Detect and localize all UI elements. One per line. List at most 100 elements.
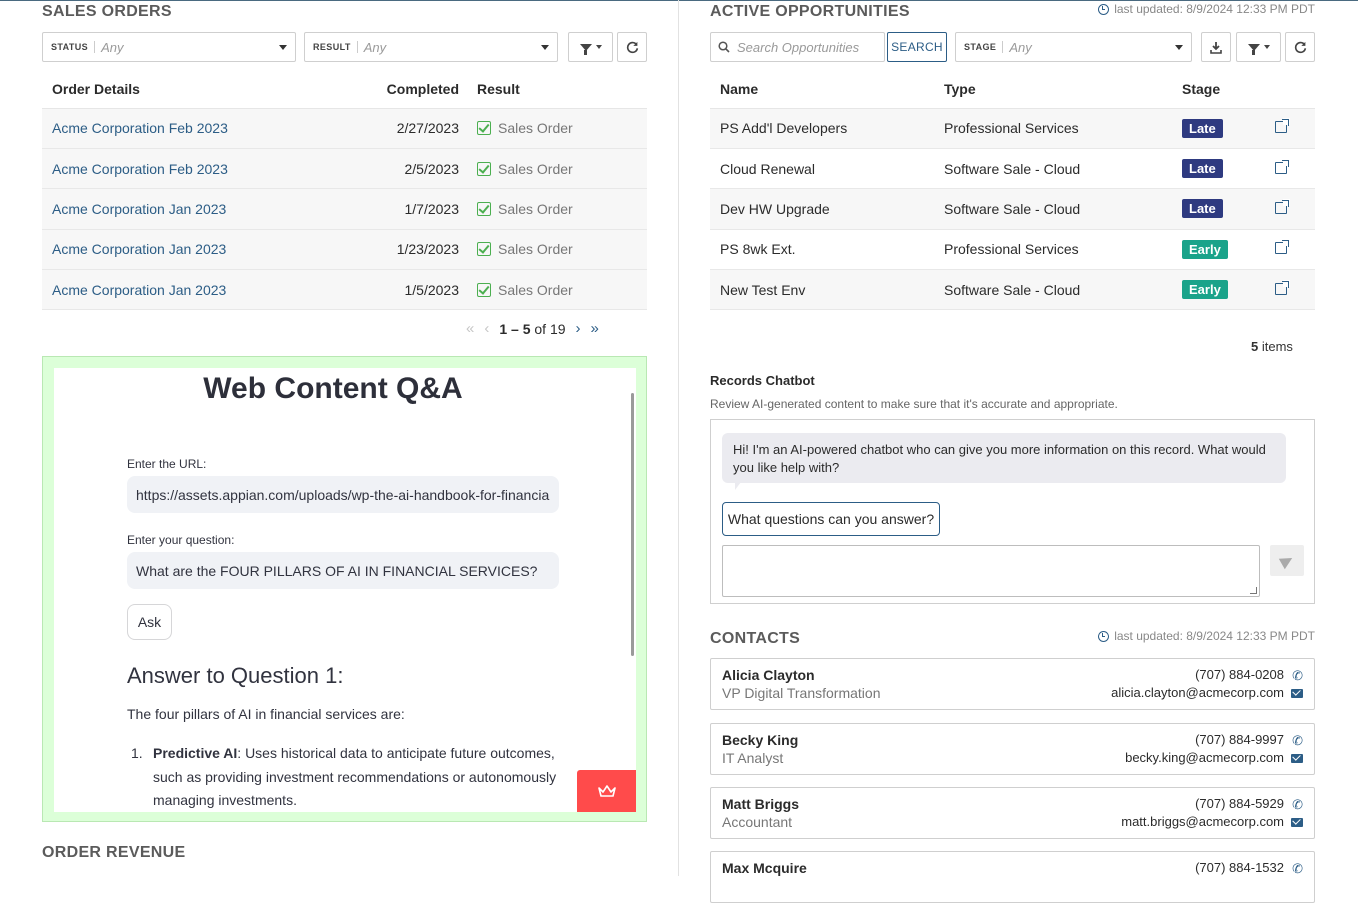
- contact-email[interactable]: matt.briggs@acmecorp.com: [1121, 814, 1284, 829]
- search-placeholder: Search Opportunities: [737, 39, 860, 55]
- opportunities-filter-button[interactable]: [1236, 32, 1281, 62]
- previous-page-icon[interactable]: ‹: [484, 320, 489, 337]
- column-header: Completed: [372, 70, 477, 109]
- opportunity-type: Software Sale - Cloud: [944, 269, 1182, 311]
- active-opportunities-title: ACTIVE OPPORTUNITIES: [710, 3, 910, 20]
- chatbot-title: Records Chatbot: [710, 373, 815, 388]
- result-filter-value: Any: [363, 39, 387, 55]
- chevron-down-icon: [1263, 45, 1270, 49]
- status-filter-value: Any: [101, 39, 124, 55]
- order-link[interactable]: Acme Corporation Feb 2023: [52, 120, 228, 136]
- checkbox-check-icon: [477, 201, 491, 216]
- url-label: Enter the URL:: [127, 457, 207, 471]
- message-tail: [735, 482, 747, 490]
- checkbox-check-icon: [477, 282, 491, 297]
- checkbox-check-icon: [477, 161, 491, 176]
- pagination: « ‹ 1 – 5 of 19 › »: [466, 320, 599, 337]
- column-header: Name: [710, 70, 944, 109]
- next-page-icon[interactable]: ›: [576, 320, 581, 337]
- email-icon: [1291, 818, 1303, 827]
- contact-phone[interactable]: (707) 884-9997: [1195, 732, 1284, 747]
- refresh-button[interactable]: [617, 32, 647, 62]
- opportunities-last-updated: last updated: 8/9/2024 12:33 PM PDT: [1098, 2, 1315, 16]
- contact-phone[interactable]: (707) 884-1532: [1195, 860, 1284, 875]
- chat-message-input[interactable]: [722, 545, 1260, 597]
- contact-phone[interactable]: (707) 884-0208: [1195, 667, 1284, 682]
- items-count-value: 5: [1251, 339, 1259, 354]
- ask-button[interactable]: Ask: [127, 604, 172, 640]
- chevron-down-icon: [279, 44, 287, 50]
- table-row: Acme Corporation Feb 2023 2/5/2023 Sales…: [42, 148, 647, 190]
- status-filter[interactable]: STATUS Any: [42, 32, 296, 62]
- stage-badge: Late: [1182, 199, 1223, 219]
- external-link-icon[interactable]: [1275, 158, 1290, 174]
- opportunity-name: PS Add'l Developers: [710, 108, 944, 149]
- external-link-icon[interactable]: [1275, 239, 1290, 255]
- contact-card[interactable]: Max Mcquire (707) 884-1532 ✆: [710, 851, 1315, 903]
- sales-orders-title: SALES ORDERS: [42, 3, 172, 20]
- opportunity-name: PS 8wk Ext.: [710, 229, 944, 271]
- resize-handle-icon[interactable]: [1250, 587, 1257, 594]
- opportunities-table: Name Type Stage PS Add'l Developers Prof…: [710, 70, 1315, 311]
- send-button[interactable]: [1270, 545, 1304, 576]
- contact-card[interactable]: Alicia Clayton VP Digital Transformation…: [710, 658, 1315, 710]
- column-header: Order Details: [42, 70, 372, 109]
- url-input[interactable]: https://assets.appian.com/uploads/wp-the…: [127, 476, 559, 513]
- contact-role: VP Digital Transformation: [722, 685, 881, 701]
- page-range-label: 1 – 5 of 19: [499, 321, 565, 337]
- order-link[interactable]: Acme Corporation Jan 2023: [52, 241, 226, 257]
- table-row: PS Add'l Developers Professional Service…: [710, 108, 1315, 149]
- sales-orders-table: Order Details Completed Result Acme Corp…: [42, 70, 647, 311]
- contact-card[interactable]: Becky King IT Analyst (707) 884-9997 ✆ b…: [710, 723, 1315, 775]
- table-row: Acme Corporation Jan 2023 1/5/2023 Sales…: [42, 269, 647, 311]
- phone-icon: ✆: [1292, 668, 1303, 683]
- result-filter[interactable]: RESULT Any: [304, 32, 558, 62]
- table-header-row: Name Type Stage: [710, 70, 1315, 109]
- completed-date: 2/27/2023: [372, 108, 477, 149]
- contact-name: Matt Briggs: [722, 796, 799, 812]
- table-row: Acme Corporation Jan 2023 1/7/2023 Sales…: [42, 188, 647, 230]
- chevron-down-icon: [541, 44, 549, 50]
- opportunities-refresh-button[interactable]: [1285, 32, 1315, 62]
- last-page-icon[interactable]: »: [591, 320, 599, 337]
- table-row: Cloud Renewal Software Sale - Cloud Late: [710, 148, 1315, 190]
- stage-filter[interactable]: STAGE Any: [955, 32, 1192, 62]
- list-number: 1.: [131, 745, 143, 761]
- page-range: 1 – 5: [499, 320, 531, 337]
- order-link[interactable]: Acme Corporation Jan 2023: [52, 282, 226, 298]
- items-count-label: items: [1261, 339, 1293, 354]
- phone-icon: ✆: [1292, 861, 1303, 876]
- app-menu-button[interactable]: [577, 770, 636, 812]
- stage-filter-value: Any: [1009, 39, 1032, 55]
- opportunity-type: Software Sale - Cloud: [944, 148, 1182, 190]
- suggested-question-button[interactable]: What questions can you answer?: [722, 502, 940, 536]
- contact-phone[interactable]: (707) 884-5929: [1195, 796, 1284, 811]
- contact-email[interactable]: becky.king@acmecorp.com: [1125, 750, 1284, 765]
- download-button[interactable]: [1201, 32, 1231, 62]
- last-updated-text: last updated: 8/9/2024 12:33 PM PDT: [1114, 629, 1315, 643]
- answer-list-item: 1. Predictive AI: Uses historical data t…: [131, 742, 561, 812]
- opportunity-name: New Test Env: [710, 269, 944, 311]
- search-button[interactable]: SEARCH: [887, 32, 947, 62]
- first-page-icon[interactable]: «: [466, 320, 474, 337]
- answer-heading: Answer to Question 1:: [127, 663, 344, 688]
- opportunity-search-input[interactable]: Search Opportunities: [710, 32, 885, 62]
- contact-email[interactable]: alicia.clayton@acmecorp.com: [1111, 685, 1284, 700]
- external-link-icon[interactable]: [1275, 279, 1290, 295]
- order-link[interactable]: Acme Corporation Jan 2023: [52, 201, 226, 217]
- opportunity-type: Professional Services: [944, 108, 1182, 149]
- opportunity-type: Professional Services: [944, 229, 1182, 271]
- external-link-icon[interactable]: [1275, 118, 1290, 134]
- scrollbar[interactable]: [631, 393, 634, 656]
- result-value: Sales Order: [498, 120, 573, 137]
- download-icon: [1210, 41, 1222, 54]
- clock-icon: [1098, 630, 1110, 642]
- external-link-icon[interactable]: [1275, 198, 1290, 214]
- contact-card[interactable]: Matt Briggs Accountant (707) 884-5929 ✆ …: [710, 787, 1315, 839]
- question-input[interactable]: What are the FOUR PILLARS OF AI IN FINAN…: [127, 552, 559, 589]
- order-link[interactable]: Acme Corporation Feb 2023: [52, 161, 228, 177]
- result-value: Sales Order: [498, 200, 573, 217]
- clock-icon: [1098, 3, 1110, 15]
- question-label: Enter your question:: [127, 533, 235, 547]
- filter-menu-button[interactable]: [568, 32, 613, 62]
